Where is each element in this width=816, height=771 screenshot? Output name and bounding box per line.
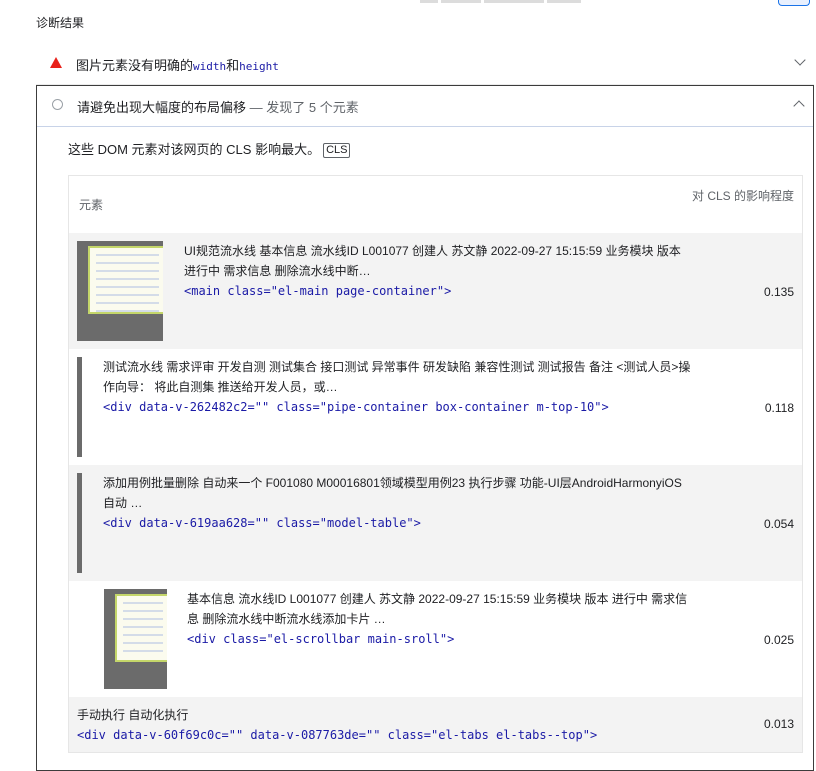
element-text: 测试流水线 需求评审 开发自测 测试集合 接口测试 异常事件 研发缺陷 兼容性测… (103, 360, 691, 394)
element-text: 添加用例批量删除 自动来一个 F001080 M00016801领域模型用例23… (103, 476, 682, 510)
element-text: 手动执行 自动化执行 (77, 708, 189, 722)
header-impact: 对 CLS 的影响程度 (691, 189, 794, 203)
cropped-top-text (420, 0, 620, 4)
audit-layout-shift: 请避免出现大幅度的布局偏移 — 发现了 5 个元素 这些 DOM 元素对该网页的… (36, 85, 814, 771)
impact-value: 0.013 (763, 717, 794, 731)
header-element: 元素 (79, 198, 104, 212)
table-row[interactable]: 基本信息 流水线ID L001077 创建人 苏文静 2022-09-27 15… (69, 581, 802, 697)
impact-value: 0.025 (763, 633, 794, 647)
audit-description: 这些 DOM 元素对该网页的 CLS 影响最大。 CLS (68, 139, 351, 158)
element-text: UI规范流水线 基本信息 流水线ID L001077 创建人 苏文静 2022-… (184, 244, 681, 278)
elements-table: 元素 对 CLS 的影响程度 UI规范流水线 基本信息 流水线ID L00107… (68, 175, 803, 753)
table-row[interactable]: 测试流水线 需求评审 开发自测 测试集合 接口测试 异常事件 研发缺陷 兼容性测… (69, 349, 802, 465)
code-height: height (239, 60, 279, 73)
impact-value: 0.135 (763, 285, 794, 299)
section-title: 诊断结果 (36, 16, 85, 30)
element-screenshot (77, 473, 82, 573)
audit-image-size[interactable]: 图片元素没有明确的width和height (36, 44, 814, 85)
impact-value: 0.054 (763, 517, 794, 531)
table-row[interactable]: 添加用例批量删除 自动来一个 F001080 M00016801领域模型用例23… (69, 465, 802, 581)
element-snippet[interactable]: <main class="el-main page-container"> (184, 281, 451, 301)
chevron-up-icon[interactable] (793, 100, 805, 112)
cls-badge[interactable]: CLS (323, 143, 351, 158)
chevron-down-icon[interactable] (794, 54, 806, 66)
element-snippet[interactable]: <div data-v-60f69c0c="" data-v-087763de=… (77, 725, 597, 745)
audit-image-size-title: 图片元素没有明确的width和height (76, 58, 279, 73)
element-snippet[interactable]: <div data-v-619aa628="" class="model-tab… (103, 513, 421, 533)
table-row[interactable]: 手动执行 自动化执行 <div data-v-60f69c0c="" data-… (69, 697, 802, 752)
audit-layout-shift-title: 请避免出现大幅度的布局偏移 — 发现了 5 个元素 (77, 100, 359, 115)
element-text: 基本信息 流水线ID L001077 创建人 苏文静 2022-09-27 15… (187, 592, 688, 626)
code-width: width (193, 60, 227, 73)
audit-found-count: 发现了 5 个元素 (266, 100, 359, 115)
element-screenshot (104, 589, 167, 689)
audit-layout-shift-header[interactable]: 请避免出现大幅度的布局偏移 — 发现了 5 个元素 (37, 86, 813, 127)
impact-value: 0.118 (764, 401, 794, 415)
element-screenshot (77, 241, 163, 341)
table-row[interactable]: UI规范流水线 基本信息 流水线ID L001077 创建人 苏文静 2022-… (69, 233, 802, 349)
fail-triangle-icon (50, 57, 62, 68)
info-circle-icon (52, 99, 63, 110)
element-snippet[interactable]: <div class="el-scrollbar main-sroll"> (187, 629, 454, 649)
element-screenshot (77, 357, 82, 457)
cropped-top-button[interactable] (778, 0, 810, 6)
element-snippet[interactable]: <div data-v-262482c2="" class="pipe-cont… (103, 397, 609, 417)
